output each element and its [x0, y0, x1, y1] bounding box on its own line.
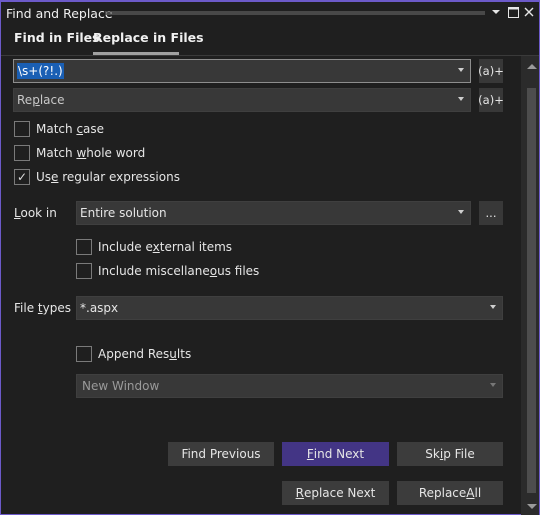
chevron-down-icon[interactable]: [458, 68, 464, 72]
match-case-label[interactable]: Match case: [36, 122, 104, 136]
match-whole-word-label[interactable]: Match whole word: [36, 146, 145, 160]
tab-find-in-files[interactable]: Find in Files: [14, 30, 100, 45]
match-case-checkbox[interactable]: [14, 121, 30, 137]
replace-input[interactable]: Replace: [13, 88, 471, 112]
dropdown-icon[interactable]: [489, 5, 503, 19]
chevron-down-icon[interactable]: [490, 305, 496, 309]
append-results-label[interactable]: Append Results: [98, 347, 191, 361]
append-results-checkbox[interactable]: [76, 346, 92, 362]
include-misc-files-label[interactable]: Include miscellaneous files: [98, 264, 259, 278]
scroll-up-icon[interactable]: [527, 64, 537, 69]
chevron-down-icon[interactable]: [458, 210, 464, 214]
checkmark-icon: ✓: [16, 170, 28, 184]
scroll-down-icon[interactable]: [527, 504, 537, 509]
title-drag-grip[interactable]: [105, 11, 485, 15]
include-misc-files-checkbox[interactable]: [76, 263, 92, 279]
include-external-items-label[interactable]: Include external items: [98, 240, 232, 254]
browse-button[interactable]: ...: [479, 201, 503, 225]
close-icon[interactable]: [522, 5, 536, 19]
find-replace-window: Find and Replace Find in Files Replace i…: [0, 0, 540, 515]
result-window-dropdown: New Window: [76, 374, 503, 398]
include-external-items-checkbox[interactable]: [76, 239, 92, 255]
file-types-input[interactable]: *.aspx: [76, 296, 503, 320]
window-title: Find and Replace: [6, 6, 113, 21]
scrollbar-thumb[interactable]: [527, 88, 536, 493]
file-types-label: File types: [14, 301, 71, 315]
match-whole-word-checkbox[interactable]: [14, 145, 30, 161]
chevron-down-icon[interactable]: [458, 97, 464, 101]
chevron-down-icon: [490, 383, 496, 387]
tab-replace-in-files[interactable]: Replace in Files: [93, 30, 204, 45]
maximize-icon[interactable]: [506, 5, 520, 19]
file-types-value: *.aspx: [80, 301, 119, 315]
find-regex-builder-button[interactable]: (a)+: [478, 59, 504, 83]
find-text-selected: \s+(?!.): [17, 63, 64, 79]
look-in-value: Entire solution: [80, 206, 167, 220]
find-previous-button[interactable]: Find Previous: [168, 442, 274, 466]
replace-all-button[interactable]: Replace All: [397, 481, 503, 505]
find-input[interactable]: \s+(?!.): [13, 59, 471, 83]
look-in-dropdown[interactable]: Entire solution: [76, 201, 471, 225]
look-in-label: Look in: [14, 206, 57, 220]
skip-file-button[interactable]: Sk i p File: [397, 442, 503, 466]
replace-regex-builder-button[interactable]: (a)+: [478, 88, 504, 112]
replace-next-button[interactable]: Replace Next: [282, 481, 389, 505]
header-divider: [1, 55, 539, 56]
use-regex-label[interactable]: Use regular expressions: [36, 170, 180, 184]
use-regex-checkbox[interactable]: ✓: [14, 169, 30, 185]
replace-placeholder: Replace: [17, 93, 65, 107]
result-window-value: New Window: [82, 379, 160, 393]
find-next-button[interactable]: Find Next: [282, 442, 389, 466]
